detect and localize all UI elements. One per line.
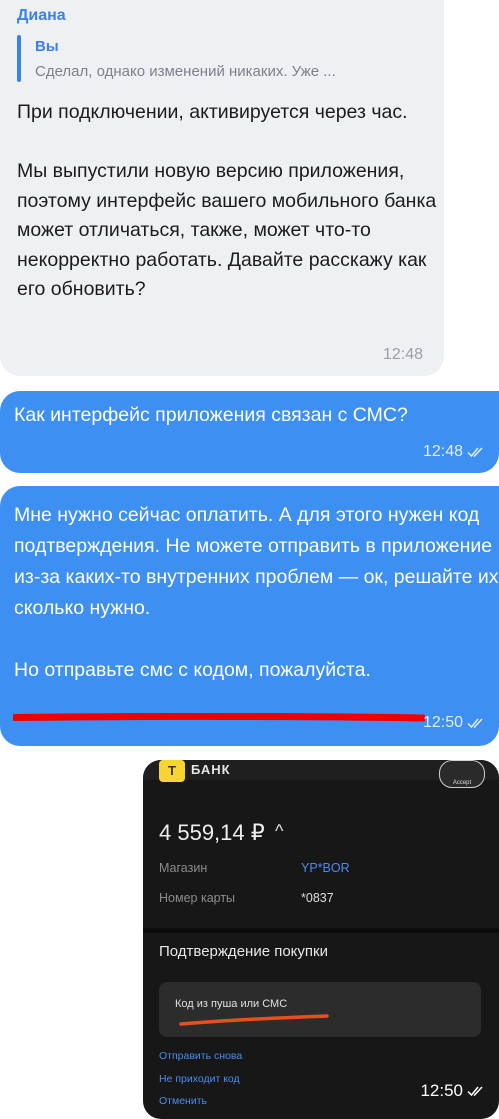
message-meta: 12:48 <box>423 443 485 461</box>
reply-author[interactable]: Вы <box>35 38 59 55</box>
message-time: 12:48 <box>422 443 463 460</box>
chevron-up-icon: ^ <box>275 821 284 841</box>
photo-attachment[interactable]: Т БАНК Accept 4 559,14 ₽ ^ Магазин YP*BO… <box>143 760 499 1119</box>
message-time: 12:50 <box>422 714 463 731</box>
resend-link: Отправить снова <box>159 1050 243 1062</box>
card-value: *0837 <box>301 891 334 905</box>
double-check-icon <box>467 717 485 729</box>
code-placeholder: Код из пуша или СМС <box>175 998 288 1010</box>
card-label: Номер карты <box>159 891 236 905</box>
message-text: При подключении, активируется через час.… <box>17 101 437 300</box>
reply-quote-bar <box>17 35 21 82</box>
accept-toggle: Accept <box>439 760 485 788</box>
divider <box>143 928 499 933</box>
confirm-title: Подтверждение покупки <box>159 943 328 960</box>
bank-logo: Т <box>159 760 185 782</box>
reply-preview[interactable]: Сделал, однако изменений никаких. Уже ..… <box>35 63 336 80</box>
message-time: 12:48 <box>383 346 424 363</box>
message-meta: 12:50 <box>423 714 485 732</box>
red-underline-mark <box>13 713 425 722</box>
message-time: 12:50 <box>420 1081 463 1100</box>
accept-label: Accept <box>452 780 472 786</box>
shop-value: YP*BOR <box>301 861 350 875</box>
message-text: Как интерфейс приложения связан с СМС? <box>14 404 408 426</box>
bank-name: БАНК <box>191 762 231 777</box>
cancel-link: Отменить <box>159 1095 207 1107</box>
orange-underline-mark <box>179 1014 329 1026</box>
shop-label: Магазин <box>159 861 208 875</box>
message-meta: 12:50 <box>420 1081 485 1101</box>
payment-amount: 4 559,14 ₽ <box>159 820 265 845</box>
double-check-icon <box>467 446 485 458</box>
sender-name[interactable]: Диана <box>17 7 66 25</box>
no-code-link: Не приходит код <box>159 1073 240 1085</box>
incoming-message-bubble[interactable]: Диана Вы Сделал, однако изменений никаки… <box>0 0 444 376</box>
outgoing-message-bubble[interactable]: Как интерфейс приложения связан с СМС? 1… <box>0 391 499 473</box>
message-text: Мне нужно сейчас оплатить. А для этого н… <box>14 504 499 681</box>
outgoing-message-bubble[interactable]: Мне нужно сейчас оплатить. А для этого н… <box>0 486 499 746</box>
code-input-box: Код из пуша или СМС <box>159 982 481 1037</box>
double-check-icon <box>467 1085 485 1097</box>
